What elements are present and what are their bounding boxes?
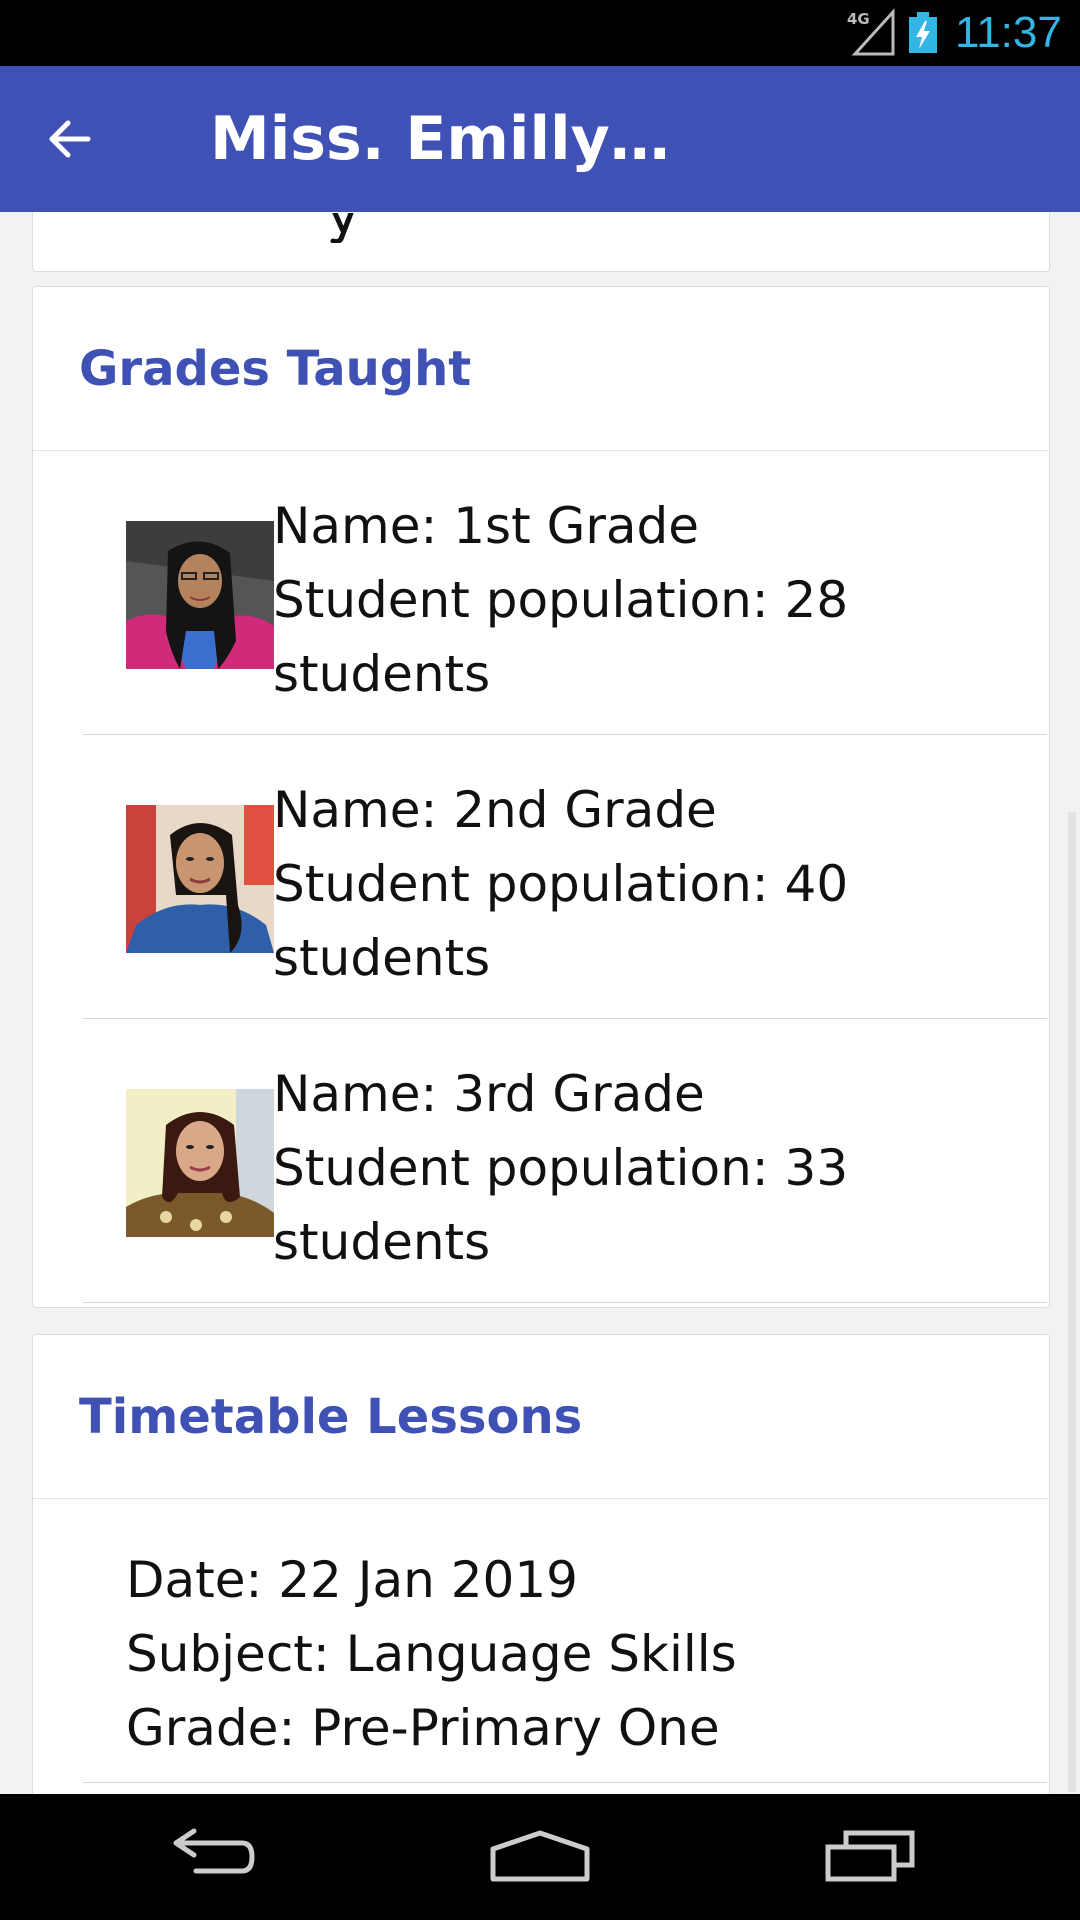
arrow-back-icon xyxy=(49,120,91,158)
page-title: Miss. Emilly… xyxy=(210,104,670,174)
grade-name: Name: 2nd Grade xyxy=(273,781,717,839)
grade-population-unit: students xyxy=(273,1213,491,1271)
app-bar: Miss. Emilly… xyxy=(0,66,1080,212)
grades-taught-title: Grades Taught xyxy=(79,341,472,397)
divider xyxy=(83,1782,1047,1783)
divider xyxy=(83,1302,1047,1303)
nav-recents-button[interactable] xyxy=(800,1812,940,1902)
timetable-lessons-title: Timetable Lessons xyxy=(79,1389,583,1445)
grade-list-item[interactable]: Name: 2nd Grade Student population: 40 s… xyxy=(33,735,1049,1019)
nav-home-icon xyxy=(490,1830,590,1882)
grade-name: Name: 3rd Grade xyxy=(273,1065,705,1123)
nav-back-icon xyxy=(173,1828,255,1874)
grade-list-item[interactable]: Name: 1st Grade Student population: 28 s… xyxy=(33,451,1049,735)
timetable-lessons-card: Timetable Lessons Date: 22 Jan 2019 Subj… xyxy=(32,1334,1050,1794)
grade-population-unit: students xyxy=(273,929,491,987)
battery-charging-icon xyxy=(909,12,937,53)
grade-name: Name: 1st Grade xyxy=(273,497,700,555)
navigation-bar xyxy=(0,1794,1080,1920)
lesson-grade: Grade: Pre-Primary One xyxy=(126,1699,720,1757)
grade-list-item[interactable]: Name: 3rd Grade Student population: 33 s… xyxy=(33,1019,1049,1303)
back-button[interactable] xyxy=(30,104,110,174)
teacher-photo-2 xyxy=(126,805,274,953)
teacher-photo-3 xyxy=(126,1089,274,1237)
previous-card xyxy=(32,212,1050,272)
teacher-photo-1 xyxy=(126,521,274,669)
signal-4g-icon: 4G xyxy=(847,8,895,56)
lesson-date: Date: 22 Jan 2019 xyxy=(126,1551,578,1609)
svg-text:4G: 4G xyxy=(847,10,870,28)
status-bar: 4G 11:37 xyxy=(0,0,1080,66)
timetable-header: Timetable Lessons xyxy=(33,1335,1049,1499)
grades-taught-card: Grades Taught Name: 1st Grade Student po… xyxy=(32,286,1050,1308)
scrollbar[interactable] xyxy=(1068,812,1076,1792)
nav-back-button[interactable] xyxy=(140,1812,280,1902)
nav-home-button[interactable] xyxy=(470,1812,610,1902)
status-clock: 11:37 xyxy=(955,8,1062,57)
cut-off-glyph xyxy=(330,213,354,243)
grade-population: Student population: 33 xyxy=(273,1139,849,1197)
lesson-list-item[interactable]: Date: 22 Jan 2019 Subject: Language Skil… xyxy=(33,1499,1049,1783)
grade-population: Student population: 28 xyxy=(273,571,849,629)
nav-recents-icon xyxy=(825,1830,915,1882)
grade-population: Student population: 40 xyxy=(273,855,849,913)
content-scroll-area[interactable]: Grades Taught Name: 1st Grade Student po… xyxy=(0,212,1080,1794)
lesson-subject: Subject: Language Skills xyxy=(126,1625,737,1683)
grades-header: Grades Taught xyxy=(33,287,1049,451)
grade-population-unit: students xyxy=(273,645,491,703)
